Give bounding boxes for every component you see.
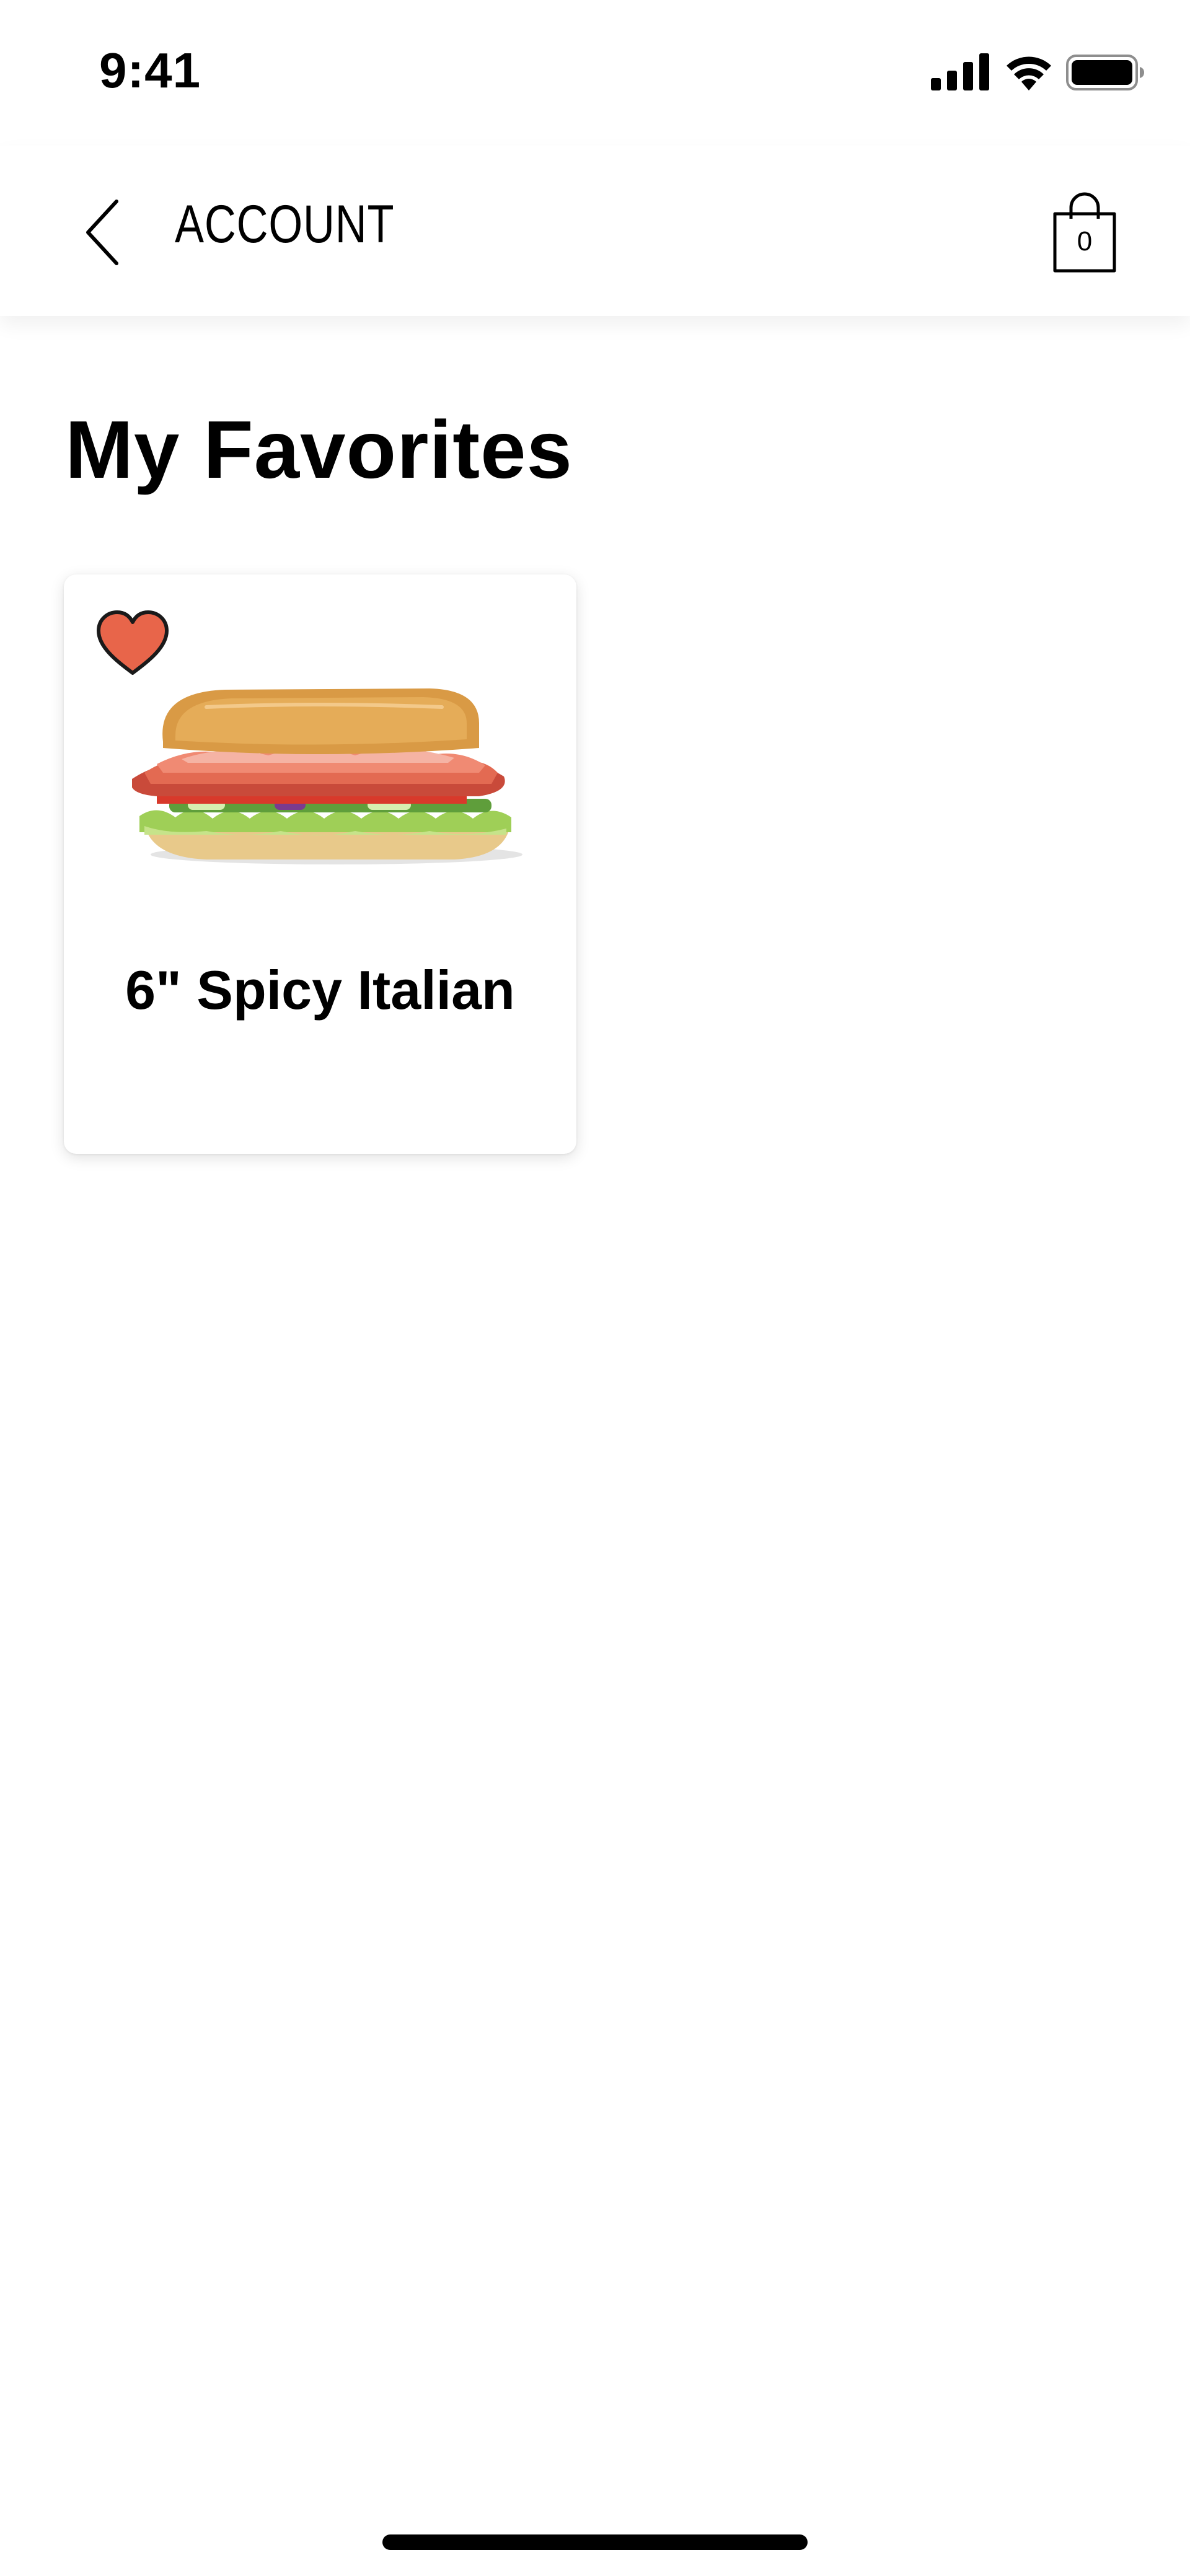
- page-title: My Favorites: [65, 404, 573, 495]
- status-bar: 9:41: [0, 0, 1190, 146]
- back-button[interactable]: [74, 195, 130, 270]
- status-time: 9:41: [99, 43, 201, 98]
- page-header-title: ACCOUNT: [175, 195, 395, 254]
- sandwich-image: [132, 688, 522, 864]
- cart-count-badge: 0: [1077, 226, 1093, 257]
- cart-button[interactable]: 0: [1047, 189, 1122, 276]
- favorites-screen: 9:41 ACCOUNT 0 My Favorites 6" Spicy Ita…: [0, 0, 1190, 2576]
- cellular-signal-icon: [931, 53, 989, 90]
- favorite-item-card[interactable]: 6" Spicy Italian: [64, 574, 576, 1154]
- wifi-icon: [1007, 56, 1051, 90]
- chevron-left-icon: [86, 200, 118, 265]
- home-indicator[interactable]: [382, 2534, 808, 2550]
- heart-icon: [97, 610, 169, 675]
- battery-icon: [1066, 55, 1144, 90]
- favorite-toggle-button[interactable]: [95, 609, 170, 678]
- nav-header: ACCOUNT 0: [0, 146, 1190, 316]
- favorite-item-name: 6" Spicy Italian: [125, 959, 515, 1021]
